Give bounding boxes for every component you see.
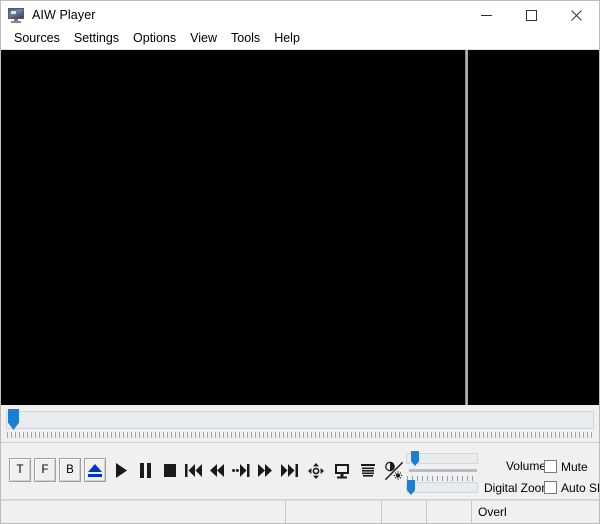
- digital-zoom-slider-ticks: [407, 476, 477, 481]
- extra-controls: [303, 459, 407, 483]
- play-icon: [115, 463, 128, 478]
- step-frame-button[interactable]: [229, 459, 253, 481]
- maximize-icon: [526, 10, 537, 21]
- eject-icon: [88, 464, 102, 477]
- stop-icon: [163, 463, 176, 478]
- menu-bar: Sources Settings Options View Tools Help: [1, 29, 599, 50]
- mute-checkbox-label: Mute: [561, 460, 588, 474]
- monitor-icon: [334, 463, 350, 479]
- pan-move-button[interactable]: [303, 459, 329, 483]
- pause-button[interactable]: [133, 459, 157, 481]
- mode-button-group: T F B: [9, 458, 106, 482]
- status-cell-overlay: Overl: [472, 501, 599, 523]
- brightness-contrast-button[interactable]: [381, 459, 407, 483]
- menu-item-help[interactable]: Help: [267, 30, 307, 48]
- volume-label: Volume: [484, 455, 546, 477]
- digital-zoom-label: Digital Zoom: [484, 477, 546, 499]
- status-cell-main: [1, 501, 286, 523]
- control-bar: T F B: [1, 443, 599, 500]
- rewind-button[interactable]: [205, 459, 229, 481]
- maximize-button[interactable]: [509, 1, 554, 29]
- list-lines-icon: [361, 463, 375, 479]
- slider-labels: Volume Digital Zoom: [484, 455, 546, 499]
- close-button[interactable]: [554, 1, 599, 29]
- volume-slider-baseline: [409, 469, 477, 472]
- monitor-icon: [8, 7, 24, 23]
- status-cell-3: [382, 501, 427, 523]
- window-controls: [464, 1, 599, 29]
- move-arrows-icon: [308, 463, 324, 479]
- play-button[interactable]: [109, 459, 133, 481]
- status-cell-2: [286, 501, 382, 523]
- mute-checkbox[interactable]: Mute: [544, 456, 600, 477]
- status-cell-4: [427, 501, 472, 523]
- minimize-icon: [481, 10, 492, 21]
- auto-sd-checkbox[interactable]: Auto SD: [544, 477, 600, 498]
- menu-item-sources[interactable]: Sources: [7, 30, 67, 48]
- eject-button[interactable]: [84, 458, 106, 482]
- mute-checkbox-box[interactable]: [544, 460, 557, 473]
- skip-end-icon: [281, 464, 298, 477]
- skip-start-icon: [185, 464, 202, 477]
- video-pane-divider: [465, 50, 468, 405]
- brightness-contrast-icon: [384, 461, 404, 481]
- fast-forward-button[interactable]: [253, 459, 277, 481]
- auto-sd-checkbox-box[interactable]: [544, 481, 557, 494]
- playlist-button[interactable]: [355, 459, 381, 483]
- skip-to-start-button[interactable]: [181, 459, 205, 481]
- minimize-button[interactable]: [464, 1, 509, 29]
- video-display[interactable]: [1, 50, 599, 405]
- menu-item-tools[interactable]: Tools: [224, 30, 267, 48]
- position-slider-area: [1, 405, 599, 443]
- full-button[interactable]: F: [34, 458, 56, 482]
- pause-icon: [139, 463, 152, 478]
- close-icon: [571, 10, 582, 21]
- digital-zoom-slider-track[interactable]: [406, 482, 478, 493]
- menu-item-settings[interactable]: Settings: [67, 30, 126, 48]
- position-slider-ticks: [7, 432, 593, 438]
- slider-column: [406, 451, 481, 494]
- menu-item-options[interactable]: Options: [126, 30, 183, 48]
- auto-sd-checkbox-label: Auto SD: [561, 481, 600, 495]
- position-slider-track[interactable]: [6, 411, 594, 429]
- app-window: AIW Player Sources Settings: [0, 0, 600, 524]
- skip-to-end-button[interactable]: [277, 459, 301, 481]
- title-bar: AIW Player: [1, 1, 599, 29]
- top-button[interactable]: T: [9, 458, 31, 482]
- status-bar: Overl: [1, 500, 599, 523]
- window-title: AIW Player: [32, 8, 96, 22]
- transport-controls: [109, 459, 301, 481]
- volume-slider[interactable]: [406, 451, 478, 465]
- stop-button[interactable]: [157, 459, 181, 481]
- border-button[interactable]: B: [59, 458, 81, 482]
- menu-item-view[interactable]: View: [183, 30, 224, 48]
- fast-forward-icon: [257, 464, 273, 477]
- rewind-icon: [209, 464, 225, 477]
- step-frame-icon: [232, 464, 250, 477]
- display-button[interactable]: [329, 459, 355, 483]
- digital-zoom-slider[interactable]: [406, 480, 478, 494]
- checkbox-column: Mute Auto SD: [544, 456, 600, 498]
